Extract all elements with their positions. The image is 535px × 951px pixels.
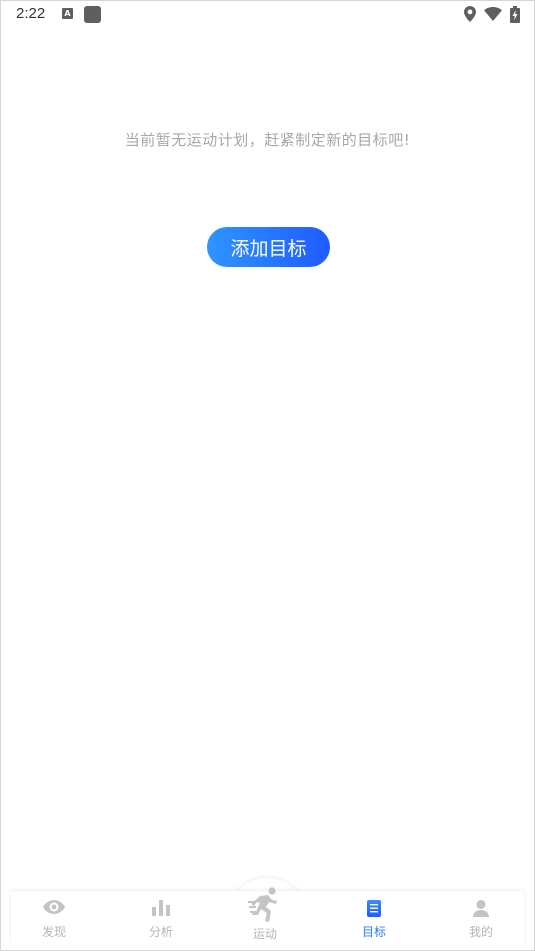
nav-item-analysis[interactable]: 分析 xyxy=(111,891,211,945)
status-time: 2:22 xyxy=(16,5,46,22)
status-bar: 2:22 A xyxy=(1,1,534,29)
nav-item-discover[interactable]: 发现 xyxy=(4,891,104,945)
battery-charging-icon xyxy=(510,5,520,23)
nav-label-analysis: 分析 xyxy=(148,925,173,939)
nav-item-workout[interactable]: 运动 xyxy=(215,887,315,945)
location-icon xyxy=(464,6,476,22)
bottom-nav: 发现 分析 运动 目标 我的 xyxy=(11,887,524,945)
bar-chart-icon xyxy=(152,900,170,916)
nav-label-goals: 目标 xyxy=(361,925,386,939)
nav-label-workout: 运动 xyxy=(252,927,277,941)
app-screen: 2:22 A 当前暂无运动计划，赶紧制定新的目标吧! 添加目标 发现 分析 运动… xyxy=(0,0,535,951)
document-icon xyxy=(367,900,381,917)
nav-label-discover: 发现 xyxy=(41,925,66,939)
nav-item-goals[interactable]: 目标 xyxy=(324,891,424,945)
status-icons xyxy=(464,5,520,23)
square-notification-icon xyxy=(84,6,101,23)
add-goal-button[interactable]: 添加目标 xyxy=(207,227,330,267)
wifi-icon xyxy=(484,7,502,21)
running-person-icon xyxy=(248,887,277,922)
empty-state-message: 当前暂无运动计划，赶紧制定新的目标吧! xyxy=(124,131,411,149)
eye-icon xyxy=(43,900,65,914)
nav-item-profile[interactable]: 我的 xyxy=(431,891,531,945)
person-icon xyxy=(473,900,489,917)
a-notification-icon: A xyxy=(62,8,73,19)
nav-label-profile: 我的 xyxy=(468,925,493,939)
